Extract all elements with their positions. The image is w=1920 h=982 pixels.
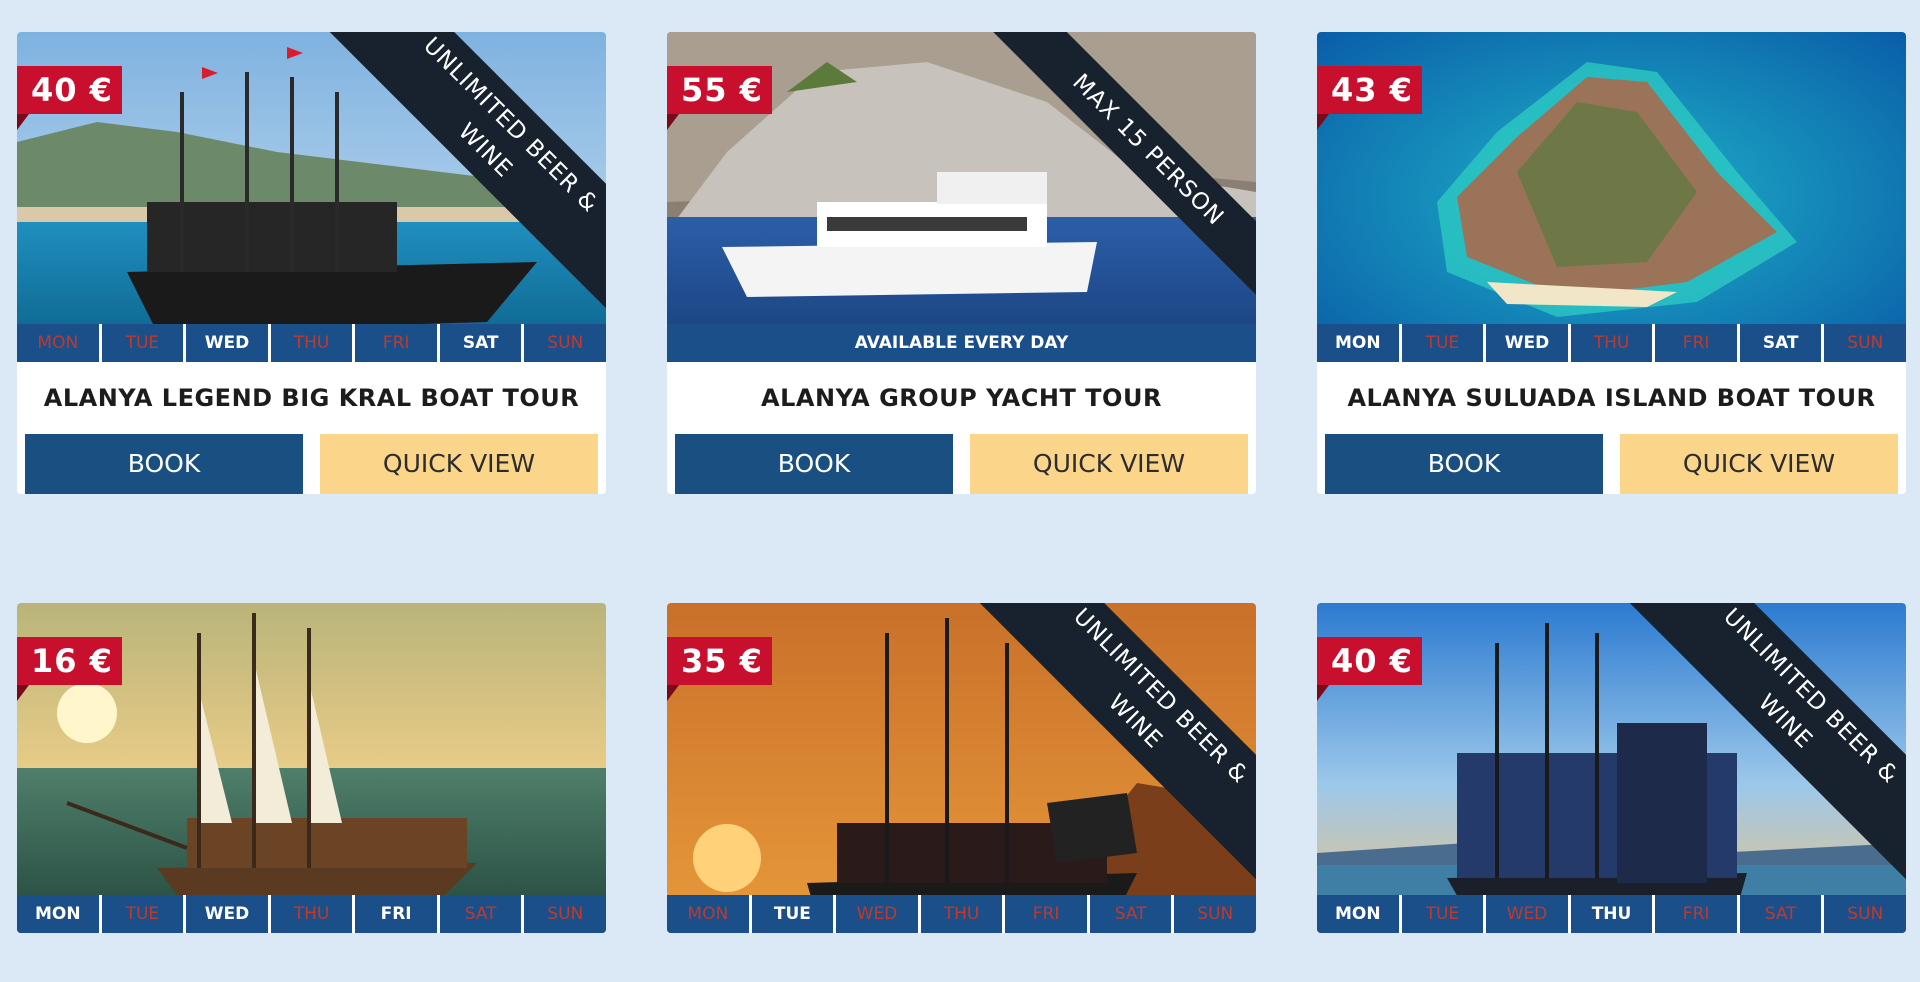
price-tag: 16 € — [17, 637, 122, 701]
day-mon: MON — [1317, 895, 1402, 933]
tour-card: 55 € MAX 15 PERSON AVAILABLE EVERY DAY A… — [667, 32, 1256, 494]
day-fri: FRI — [1655, 895, 1740, 933]
day-thu: THU — [271, 895, 356, 933]
tour-card: 40 € UNLIMITED BEER & WINE MON TUE WED T… — [1317, 603, 1906, 933]
quick-view-button[interactable]: QUICK VIEW — [970, 434, 1248, 494]
price-tag: 43 € — [1317, 66, 1422, 130]
day-wed: WED — [186, 324, 271, 362]
ribbon-label: MAX 15 PERSON — [966, 32, 1256, 332]
ribbon: UNLIMITED BEER & WINE — [1576, 603, 1906, 933]
day-sat: SAT — [1740, 895, 1825, 933]
tour-image[interactable]: 16 € MON TUE WED THU FRI SAT SUN — [17, 603, 606, 933]
book-button[interactable]: BOOK — [1325, 434, 1603, 494]
day-thu: THU — [1571, 324, 1656, 362]
day-fri: FRI — [355, 895, 440, 933]
availability-text: AVAILABLE EVERY DAY — [854, 333, 1069, 353]
day-sun: SUN — [1847, 904, 1884, 924]
day-tue: TUE — [102, 895, 187, 933]
tour-image[interactable]: 55 € MAX 15 PERSON AVAILABLE EVERY DAY — [667, 32, 1256, 362]
day-mon: MON — [17, 324, 102, 362]
tour-image[interactable]: 43 € MON TUE WED THU FRI SAT SUN — [1317, 32, 1906, 362]
tour-card: 43 € MON TUE WED THU FRI SAT SUN ALANYA … — [1317, 32, 1906, 494]
day-sun: SUN — [1197, 904, 1234, 924]
tour-image[interactable]: 40 € UNLIMITED BEER & WINE MON TUE WED T… — [17, 32, 606, 362]
day-tue: TUE — [102, 324, 187, 362]
ribbon: UNLIMITED BEER & WINE — [926, 603, 1256, 933]
weekday-bar: MON TUE WED THU FRI SAT SUN — [667, 895, 1256, 933]
weekday-bar: MON TUE WED THU FRI SAT SUN — [1317, 895, 1906, 933]
book-button[interactable]: BOOK — [675, 434, 953, 494]
day-tue: TUE — [752, 895, 837, 933]
price-tag: 40 € — [17, 66, 122, 130]
day-thu: THU — [1571, 895, 1656, 933]
day-wed: WED — [1486, 895, 1571, 933]
day-fri: FRI — [1655, 324, 1740, 362]
day-tue: TUE — [1402, 895, 1487, 933]
card-actions: BOOK QUICK VIEW — [17, 434, 606, 494]
day-wed: WED — [1486, 324, 1571, 362]
day-sun: SUN — [547, 333, 584, 353]
ribbon-label: UNLIMITED BEER & WINE — [304, 32, 606, 332]
price-tag: 35 € — [667, 637, 772, 701]
day-sun: SUN — [1847, 333, 1884, 353]
day-thu: THU — [921, 895, 1006, 933]
day-wed: WED — [186, 895, 271, 933]
day-tue: TUE — [1402, 324, 1487, 362]
price-tag: 55 € — [667, 66, 772, 130]
availability-bar: AVAILABLE EVERY DAY — [667, 324, 1256, 362]
quick-view-button[interactable]: QUICK VIEW — [320, 434, 598, 494]
weekday-bar: MON TUE WED THU FRI SAT SUN — [17, 895, 606, 933]
day-fri: FRI — [355, 324, 440, 362]
day-thu: THU — [271, 324, 356, 362]
quick-view-button[interactable]: QUICK VIEW — [1620, 434, 1898, 494]
price-tag: 40 € — [1317, 637, 1422, 701]
tour-title[interactable]: ALANYA GROUP YACHT TOUR — [667, 362, 1256, 434]
ribbon: UNLIMITED BEER & WINE — [276, 32, 606, 362]
day-sat: SAT — [440, 324, 525, 362]
day-sun: SUN — [547, 904, 584, 924]
ribbon: MAX 15 PERSON — [926, 32, 1256, 362]
tour-card: 35 € UNLIMITED BEER & WINE MON TUE WED T… — [667, 603, 1256, 933]
day-mon: MON — [17, 895, 102, 933]
tour-image[interactable]: 35 € UNLIMITED BEER & WINE MON TUE WED T… — [667, 603, 1256, 933]
tour-title[interactable]: ALANYA LEGEND BIG KRAL BOAT TOUR — [17, 362, 606, 434]
tour-title[interactable]: ALANYA SULUADA ISLAND BOAT TOUR — [1317, 362, 1906, 434]
day-wed: WED — [836, 895, 921, 933]
day-mon: MON — [667, 895, 752, 933]
weekday-bar: MON TUE WED THU FRI SAT SUN — [1317, 324, 1906, 362]
day-sat: SAT — [1740, 324, 1825, 362]
tour-image[interactable]: 40 € UNLIMITED BEER & WINE MON TUE WED T… — [1317, 603, 1906, 933]
card-actions: BOOK QUICK VIEW — [1317, 434, 1906, 494]
book-button[interactable]: BOOK — [25, 434, 303, 494]
weekday-bar: MON TUE WED THU FRI SAT SUN — [17, 324, 606, 362]
day-fri: FRI — [1005, 895, 1090, 933]
tour-card: 40 € UNLIMITED BEER & WINE MON TUE WED T… — [17, 32, 606, 494]
day-sat: SAT — [440, 895, 525, 933]
ribbon-label: UNLIMITED BEER & WINE — [1604, 603, 1906, 903]
day-sat: SAT — [1090, 895, 1175, 933]
card-actions: BOOK QUICK VIEW — [667, 434, 1256, 494]
day-mon: MON — [1317, 324, 1402, 362]
tour-card: 16 € MON TUE WED THU FRI SAT SUN — [17, 603, 606, 933]
ribbon-label: UNLIMITED BEER & WINE — [954, 603, 1256, 903]
